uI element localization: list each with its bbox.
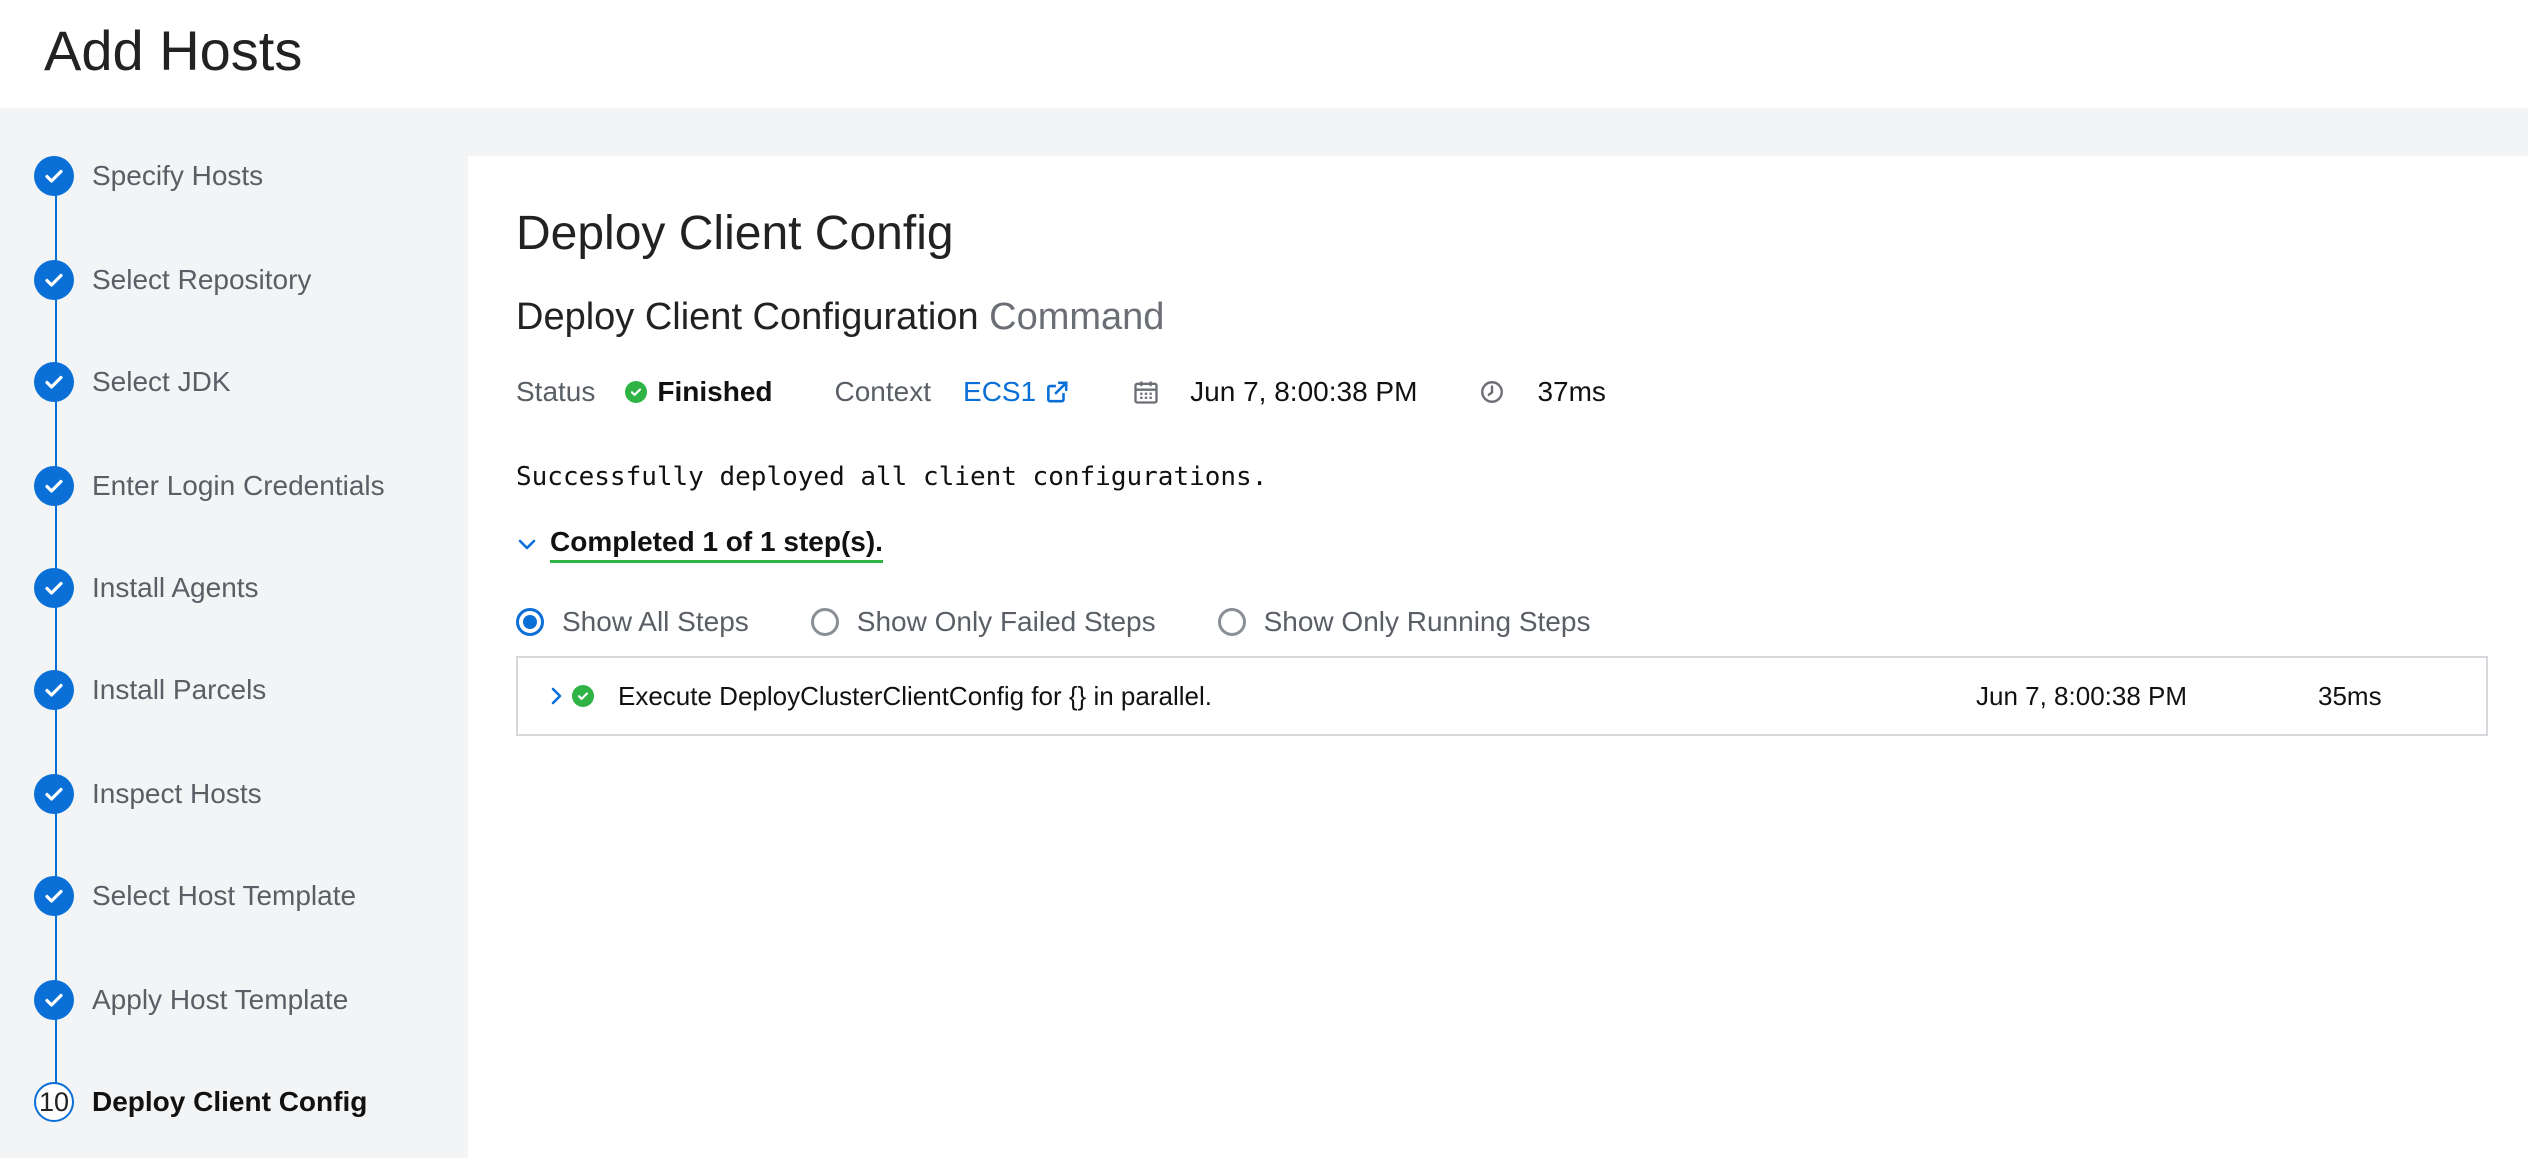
filter-label: Show Only Running Steps <box>1263 606 1591 637</box>
step-description: Execute DeployClusterClientConfig for {}… <box>618 680 1212 711</box>
wizard-step-label: Select JDK <box>92 366 231 397</box>
content-gutter <box>468 108 2528 156</box>
wizard-step-specify-hosts[interactable]: Specify Hosts <box>34 154 464 198</box>
filter-failed-steps[interactable]: Show Only Failed Steps <box>810 606 1156 638</box>
wizard-step-label: Select Host Template <box>92 880 357 911</box>
wizard-step-label: Install Parcels <box>92 674 267 705</box>
check-circle-icon <box>34 260 74 300</box>
main-content: Deploy Client Config Deploy Client Confi… <box>468 156 2528 1158</box>
calendar-icon <box>1134 381 1158 404</box>
wizard-step-install-agents[interactable]: Install Agents <box>34 566 464 610</box>
wizard-step-label: Specify Hosts <box>92 160 264 191</box>
wizard-step-label: Deploy Client Config <box>92 1086 368 1117</box>
steps-table: Execute DeployClusterClientConfig for {}… <box>516 656 2488 736</box>
check-circle-icon <box>34 774 74 814</box>
result-message: Successfully deployed all client configu… <box>516 462 1268 492</box>
radio-unchecked[interactable] <box>1217 608 1246 636</box>
wizard-step-install-parcels[interactable]: Install Parcels <box>34 668 464 712</box>
check-circle-icon <box>34 362 74 402</box>
filter-label: Show All Steps <box>562 606 749 637</box>
wizard-step-inspect-hosts[interactable]: Inspect Hosts <box>34 772 464 816</box>
wizard-step-enter-login-credentials[interactable]: Enter Login Credentials <box>34 464 464 508</box>
command-suffix: Command <box>989 296 1165 338</box>
command-title: Deploy Client Configuration Command <box>516 296 1164 339</box>
page-title: Add Hosts <box>44 19 303 82</box>
filter-label: Show Only Failed Steps <box>856 606 1156 637</box>
wizard-step-select-host-template[interactable]: Select Host Template <box>34 874 464 918</box>
external-link-icon <box>1047 381 1068 403</box>
check-circle-icon <box>34 670 74 710</box>
wizard-step-select-jdk[interactable]: Select JDK <box>34 360 464 404</box>
wizard-progress-line <box>55 176 57 1106</box>
wizard-step-apply-host-template[interactable]: Apply Host Template <box>34 978 464 1022</box>
check-circle-icon <box>34 466 74 506</box>
wizard-step-label: Enter Login Credentials <box>92 470 385 501</box>
step-duration: 35ms <box>2318 680 2382 711</box>
wizard-step-select-repository[interactable]: Select Repository <box>34 258 464 302</box>
wizard-step-label: Apply Host Template <box>92 984 349 1015</box>
steps-summary-toggle[interactable]: Completed 1 of 1 step(s). <box>516 522 883 566</box>
context-link[interactable]: ECS1 <box>963 376 1070 408</box>
check-circle-icon <box>34 156 74 196</box>
table-row[interactable]: Execute DeployClusterClientConfig for {}… <box>518 658 2486 734</box>
status-badge: Finished <box>625 376 773 408</box>
check-circle-icon <box>625 381 648 403</box>
check-circle-icon <box>572 685 594 707</box>
wizard-step-deploy-client-config[interactable]: 10 Deploy Client Config <box>34 1080 464 1124</box>
radio-unchecked[interactable] <box>810 608 839 636</box>
filter-running-steps[interactable]: Show Only Running Steps <box>1217 606 1591 638</box>
step-number-badge: 10 <box>34 1082 74 1122</box>
status-label: Status <box>516 376 596 407</box>
section-title: Deploy Client Config <box>516 207 954 260</box>
chevron-right-icon[interactable] <box>546 686 566 706</box>
check-circle-icon <box>34 568 74 608</box>
check-circle-icon <box>34 980 74 1020</box>
step-filters: Show All Steps Show Only Failed Steps Sh… <box>516 600 1652 644</box>
filter-all-steps[interactable]: Show All Steps <box>516 606 749 638</box>
context-label: Context <box>834 376 932 407</box>
wizard-step-label: Inspect Hosts <box>92 778 262 809</box>
clock-icon <box>1481 381 1504 403</box>
wizard-step-label: Select Repository <box>92 264 312 295</box>
step-started-at: Jun 7, 8:00:38 PM <box>1976 680 2188 711</box>
chevron-down-icon <box>518 539 536 550</box>
context-value: ECS1 <box>963 376 1037 407</box>
page-header: Add Hosts <box>0 0 2528 108</box>
check-circle-icon <box>34 876 74 916</box>
command-name: Deploy Client Configuration <box>516 296 979 338</box>
command-meta: Status Finished Context ECS1 Jun 7, 8:00… <box>516 370 2316 414</box>
wizard-step-label: Install Agents <box>92 572 259 603</box>
started-at: Jun 7, 8:00:38 PM <box>1190 376 1418 407</box>
duration: 37ms <box>1537 376 1606 407</box>
status-value: Finished <box>657 376 773 407</box>
radio-checked[interactable] <box>516 608 544 636</box>
steps-summary: Completed 1 of 1 step(s). <box>550 526 883 563</box>
